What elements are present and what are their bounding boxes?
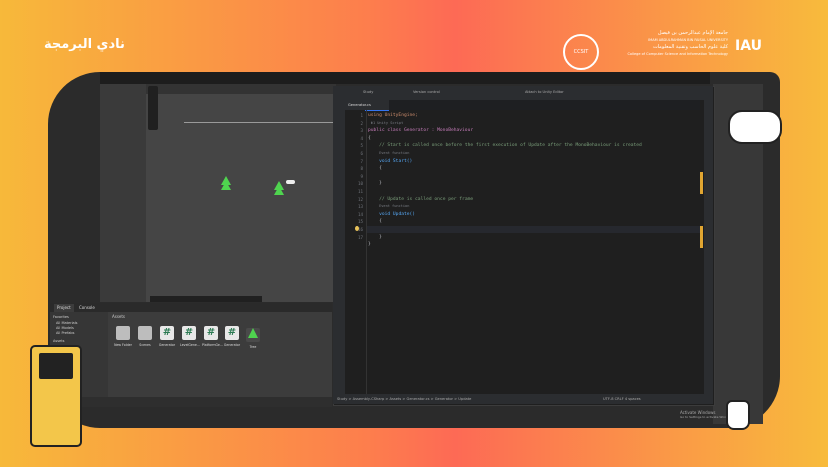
scene-bottom-toolbar	[150, 296, 262, 302]
asset-item[interactable]: Tree	[244, 326, 262, 349]
csharp-script-icon: #	[204, 326, 218, 340]
csharp-script-icon: #	[225, 326, 239, 340]
asset-item[interactable]: # Generator	[158, 326, 176, 347]
assets-breadcrumb[interactable]: Assets	[112, 314, 125, 319]
gameboy-icon	[30, 345, 82, 447]
coding-club-logo: نادي البرمجة	[44, 37, 125, 52]
code-line: void Start()	[379, 158, 413, 164]
editor-status-bar: Study > Assembly-CSharp > Assets > Gener…	[333, 394, 713, 404]
code-hint: Event function	[379, 204, 410, 209]
asset-item[interactable]: Scenes	[136, 326, 154, 347]
iau-logo: IAU	[735, 38, 762, 54]
line-numbers: 1 2 3 4 5 6 7 8 9 10 11 12 13 14 15 16 1…	[357, 113, 363, 240]
folder-icon	[138, 326, 152, 340]
asset-item[interactable]: New Folder	[114, 326, 132, 347]
scene-line	[184, 122, 334, 123]
code-line: using UnityEngine;	[368, 113, 418, 118]
code-hint: Event function	[379, 150, 410, 155]
code-line: {	[368, 135, 371, 141]
code-line: {	[379, 219, 382, 225]
ccsit-badge: CCSIT	[563, 34, 599, 70]
asset-item[interactable]: # LevelGene...	[180, 326, 200, 347]
code-line: void Update()	[379, 211, 416, 217]
tab-console[interactable]: Console	[76, 304, 98, 312]
favorite-item[interactable]: All Models	[56, 326, 74, 330]
tab-project[interactable]: Project	[54, 304, 74, 312]
right-tool-strip	[704, 100, 713, 394]
encoding-info[interactable]: UTF-8 CRLF 4 spaces	[603, 397, 641, 401]
university-ar: جامعة الإمام عبدالرحمن بن فيصل	[657, 30, 728, 36]
code-line: {	[379, 166, 382, 172]
gutter-divider	[366, 110, 367, 394]
college-en: College of Computer Science and Informat…	[627, 52, 728, 56]
code-line: public class Generator : MonoBehaviour	[368, 128, 474, 134]
code-line: }	[379, 181, 382, 187]
lightbulb-icon[interactable]	[355, 226, 359, 231]
cloud-icon	[286, 180, 295, 184]
favorites-label[interactable]: Favorites	[53, 315, 69, 319]
branch-selector[interactable]: Version control	[413, 90, 440, 94]
folder-icon	[116, 326, 130, 340]
tree-icon	[274, 186, 284, 195]
tree-prefab-icon	[246, 328, 260, 342]
project-tabs: Project Console	[50, 303, 332, 312]
csharp-script-icon: #	[160, 326, 174, 340]
code-hint: Φ1 Unity Script	[370, 120, 404, 125]
code-line: }	[379, 234, 382, 240]
code-line: }	[368, 242, 371, 248]
breadcrumb[interactable]: Study > Assembly-CSharp > Assets > Gener…	[337, 397, 471, 401]
scroll-marker	[700, 226, 703, 248]
assets-folder[interactable]: Assets	[53, 339, 64, 343]
csharp-script-icon: #	[182, 326, 196, 340]
tree-icon	[221, 181, 231, 190]
unity-hierarchy	[100, 84, 146, 302]
editor-title-bar: Study Version control Attach to Unity Ed…	[333, 86, 713, 100]
asset-item[interactable]: # Generator	[223, 326, 241, 347]
cursor-hand-icon	[726, 400, 750, 430]
favorite-item[interactable]: All Materials	[56, 321, 78, 325]
run-config[interactable]: Attach to Unity Editor	[525, 90, 564, 94]
editor-tabs	[345, 100, 700, 110]
code-comment: // Update is called once per frame	[379, 196, 474, 202]
project-title[interactable]: Study	[363, 90, 373, 94]
favorite-item[interactable]: All Prefabs	[56, 331, 74, 335]
unity-status-bar	[50, 397, 332, 407]
scroll-marker	[700, 172, 703, 194]
transform-tools[interactable]	[148, 86, 158, 130]
university-en: IMAM ABDULRAHMAN BIN FAISAL UNIVERSITY	[648, 38, 728, 42]
asset-item[interactable]: # PlatformGe...	[202, 326, 223, 347]
university-name: جامعة الإمام عبدالرحمن بن فيصل IMAM ABDU…	[600, 30, 728, 58]
scene-toolbar	[146, 84, 336, 94]
scene-view[interactable]	[146, 84, 336, 302]
gamepad-icon	[728, 110, 782, 144]
unity-toolbar	[100, 72, 710, 84]
code-comment: // Start is called once before the first…	[379, 143, 642, 149]
activity-bar	[333, 100, 345, 394]
code-area[interactable]: using UnityEngine; Φ1 Unity Script publi…	[368, 112, 642, 249]
college-ar: كلية علوم الحاسب وتقنية المعلومات	[652, 44, 728, 50]
